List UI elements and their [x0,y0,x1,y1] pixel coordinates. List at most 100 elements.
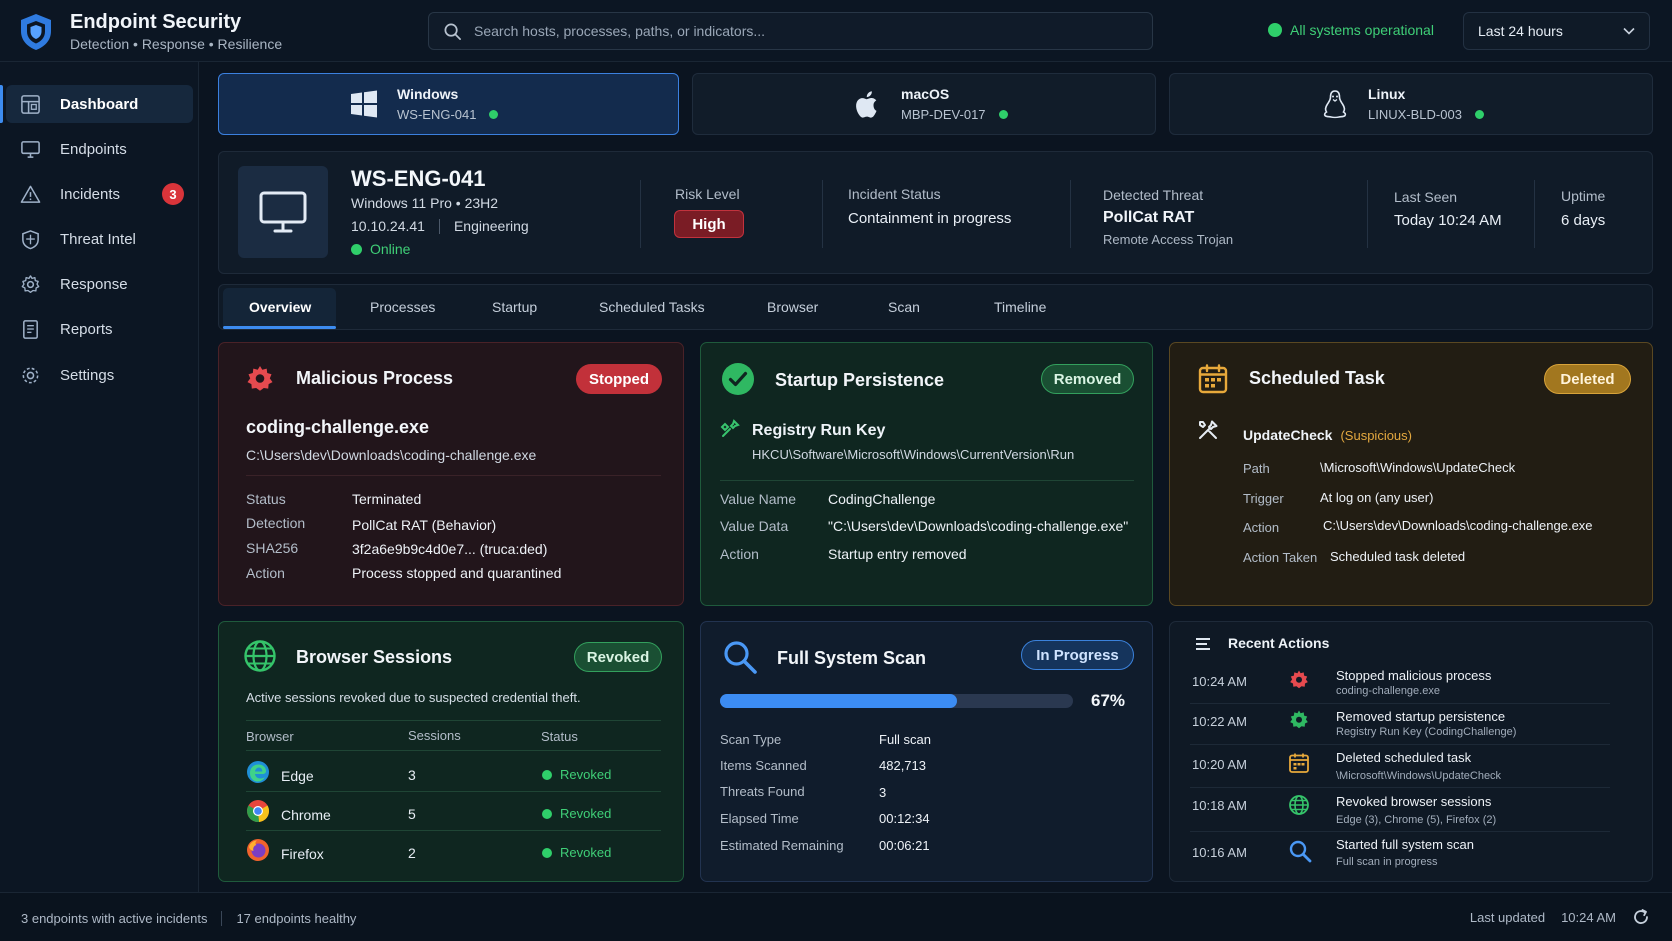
search-bar[interactable] [428,12,1153,50]
kv-label: Elapsed Time [720,811,799,826]
gear-icon [21,274,40,293]
sidebar-item-label: Threat Intel [60,230,136,248]
search-icon [724,641,757,674]
endpoint-os: macOS [901,85,950,102]
globe-icon [244,640,276,672]
browser-name: Chrome [281,807,331,823]
task-name: UpdateCheck [1243,427,1333,443]
session-count: 3 [408,767,416,783]
search-icon [1289,840,1312,863]
linux-icon [1323,90,1347,119]
sidebar-item-dashboard[interactable]: Dashboard [0,85,193,123]
calendar-icon [1198,364,1228,394]
divider [221,911,223,926]
last-seen-value: Today 10:24 AM [1394,212,1502,229]
system-status: All systems operational [1268,22,1434,38]
divider [246,720,661,721]
kv-label: Items Scanned [720,758,807,773]
host-status-text: Online [370,241,411,257]
sidebar-item-incidents[interactable]: Incidents 3 [6,175,193,213]
action-time: 10:24 AM [1192,674,1247,689]
tab-timeline[interactable]: Timeline [994,299,1046,315]
healthy-endpoints-count: 17 endpoints healthy [236,911,357,926]
kv-label: Path [1243,461,1270,476]
kv-value: 00:12:34 [879,811,930,826]
brand[interactable]: Endpoint Security Detection • Response •… [18,10,282,53]
last-updated-label: Last updated [1469,909,1546,925]
column-header-sessions: Sessions [408,728,461,743]
sidebar-item-label: Reports [60,320,113,338]
incident-status-value: Containment in progress [848,210,1012,227]
action-title: Stopped malicious process [1336,668,1492,683]
search-input[interactable] [474,23,1114,39]
kv-label: Scan Type [720,732,782,747]
monitor-icon [259,191,307,233]
kv-value: 3 [879,785,887,800]
tab-browser[interactable]: Browser [767,299,818,315]
endpoint-tab-linux[interactable]: Linux LINUX-BLD-003 [1169,73,1653,135]
action-time: 10:22 AM [1192,714,1247,729]
sidebar-item-reports[interactable]: Reports [6,310,193,348]
sidebar-item-response[interactable]: Response [6,265,193,303]
session-status-text: Revoked [560,845,612,860]
app-title: Endpoint Security [70,11,242,33]
time-range-select[interactable]: Last 24 hours [1463,12,1650,50]
refresh-icon[interactable] [1632,908,1650,926]
status-footer: 3 endpoints with active incidents 17 end… [0,892,1672,941]
card-title: Startup Persistence [775,370,945,390]
divider [822,180,823,248]
tab-scheduled-tasks[interactable]: Scheduled Tasks [599,299,705,315]
divider [640,180,641,248]
tab-startup[interactable]: Startup [492,299,537,315]
status-badge: In Progress [1021,640,1134,670]
divider [438,218,440,234]
kv-value: Terminated [352,491,422,507]
tab-processes[interactable]: Processes [370,299,435,315]
sidebar-item-label: Incidents [60,185,121,203]
monitor-icon [21,140,40,158]
full-system-scan-card: Full System Scan In Progress 67% Scan Ty… [700,621,1153,882]
divider [1070,180,1071,248]
action-subtitle: Edge (3), Chrome (5), Firefox (2) [1336,814,1497,826]
browser-sessions-card: Browser Sessions Revoked Active sessions… [218,621,684,882]
sidebar-item-settings[interactable]: Settings [6,356,193,394]
warning-icon [20,185,41,203]
tab-overview[interactable]: Overview [249,299,311,315]
detail-tabs: Overview Processes Startup Scheduled Tas… [218,284,1653,330]
column-header-browser: Browser [246,729,294,744]
action-subtitle: Full scan in progress [1336,856,1438,868]
endpoint-host: WS-ENG-041 [397,106,499,124]
tab-scan[interactable]: Scan [888,299,920,315]
session-status-text: Revoked [560,806,612,821]
status-dot-icon [1268,23,1282,37]
action-subtitle: \Microsoft\Windows\UpdateCheck [1336,770,1502,782]
edge-icon [247,761,269,783]
gear-icon [1290,670,1308,689]
windows-icon [351,90,377,118]
risk-level-badge: High [674,210,744,238]
kv-label: Action [246,565,285,581]
uptime-label: Uptime [1561,188,1606,204]
endpoint-tab-windows[interactable]: Windows WS-ENG-041 [218,73,679,135]
endpoint-tab-macos[interactable]: macOS MBP-DEV-017 [692,73,1156,135]
last-updated-time: 10:24 AM [1561,909,1616,925]
divider [720,480,1134,481]
session-count: 5 [408,806,416,822]
detected-threat-name: PollCat RAT [1103,209,1195,226]
host-summary: WS-ENG-041 Windows 11 Pro • 23H2 10.10.2… [218,151,1653,274]
footer-last-updated: Last updated 10:24 AM [1470,908,1650,926]
sidebar-item-threat-intel[interactable]: Threat Intel [6,220,193,258]
detected-threat-label: Detected Threat [1103,187,1204,203]
sidebar-item-endpoints[interactable]: Endpoints [6,130,193,168]
top-bar: Endpoint Security Detection • Response •… [0,0,1672,62]
kv-value: Startup entry removed [828,546,967,562]
sidebar-item-label: Endpoints [60,140,127,158]
kv-value: Full scan [879,732,932,747]
kv-label: Action [720,546,759,562]
online-dot-icon [998,110,1008,119]
sidebar: Dashboard Endpoints Incidents 3 Threat I… [0,62,199,892]
session-status: Revoked [542,845,611,860]
endpoint-host-name: LINUX-BLD-003 [1368,106,1462,122]
revoked-dot-icon [542,808,552,819]
host-name: WS-ENG-041 [351,166,486,191]
